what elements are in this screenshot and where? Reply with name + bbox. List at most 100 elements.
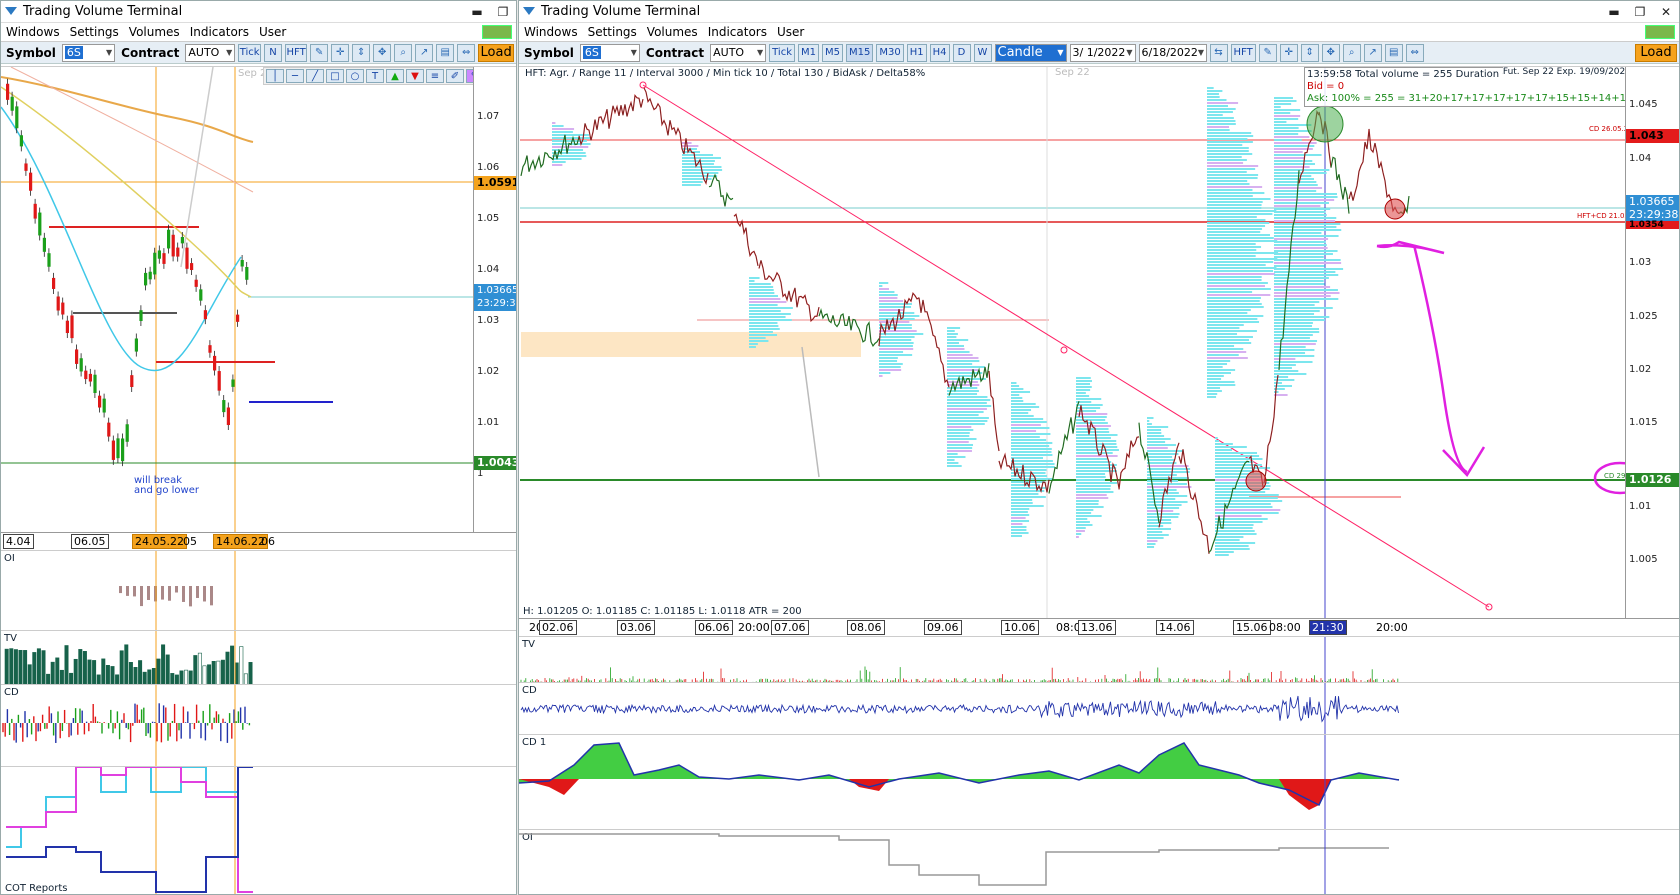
profile-bar: [1274, 247, 1328, 249]
menu-windows[interactable]: Windows: [519, 25, 583, 39]
chart-icon[interactable]: ▤: [1384, 43, 1403, 62]
profile-bar: [552, 161, 566, 163]
profile-bar: [947, 336, 957, 338]
profile-bar: [947, 423, 985, 425]
pencil-icon[interactable]: ✎: [310, 43, 329, 62]
profile-bar: [1076, 509, 1094, 511]
chart-type-select[interactable]: Candle ▼: [994, 43, 1067, 62]
move-icon[interactable]: ✥: [373, 43, 392, 62]
menu-indicators[interactable]: Indicators: [703, 25, 772, 39]
chart-icon[interactable]: ▤: [436, 43, 455, 62]
tv-bar: [32, 652, 37, 684]
brush-tool-icon[interactable]: ✐: [446, 69, 464, 83]
load-button[interactable]: Load: [478, 43, 514, 62]
rect-tool-icon[interactable]: □: [326, 69, 344, 83]
cd1-pane[interactable]: CD 1: [519, 734, 1679, 829]
hft-button[interactable]: HFT: [285, 43, 308, 62]
oi-pane[interactable]: OI: [519, 829, 1679, 894]
right-price-scale[interactable]: 1.045 1.04 1.03 1.025 1.02 1.015 1.01 1.…: [1625, 67, 1679, 618]
vline-tool-icon[interactable]: │: [266, 69, 284, 83]
crosshair-icon[interactable]: ✛: [331, 43, 350, 62]
tf-m5-button[interactable]: M5: [822, 43, 843, 62]
left-price-scale[interactable]: 1.07 1.06 1.05 1.04 1.03 1.02 1.01 1 1.0…: [473, 67, 516, 532]
arrow-up-icon[interactable]: ▲: [386, 69, 404, 83]
move-icon[interactable]: ✥: [1321, 43, 1340, 62]
crosshair-icon[interactable]: ✛: [1279, 43, 1298, 62]
right-price-pane[interactable]: HFT: Agr. / Range 11 / Interval 3000 / M…: [519, 66, 1679, 618]
ellipse-tool-icon[interactable]: ○: [346, 69, 364, 83]
menu-volumes[interactable]: Volumes: [642, 25, 703, 39]
restore-button[interactable]: ❐: [490, 5, 516, 19]
left-price-pane[interactable]: Sep 2 │ ─ ╱ □ ○ T ▲ ▼ ≡ ✐ ✎ will breakan…: [1, 66, 516, 532]
date-to-select[interactable]: 6/18/2022 ▼: [1138, 43, 1207, 62]
hft-button[interactable]: HFT: [1230, 43, 1256, 62]
profile-bar: [947, 339, 969, 341]
tf-h4-button[interactable]: H4: [929, 43, 950, 62]
tf-h1-button[interactable]: H1: [906, 43, 927, 62]
arrows-icon[interactable]: ⇕: [1300, 43, 1319, 62]
n-button[interactable]: N: [264, 43, 283, 62]
cursor-icon[interactable]: ↗: [1363, 43, 1382, 62]
expand-icon[interactable]: ⇔: [457, 43, 476, 62]
drawing-toolbar: │ ─ ╱ □ ○ T ▲ ▼ ≡ ✐ ✎: [263, 67, 495, 85]
profile-bar: [1076, 437, 1111, 439]
profile-bar: [1207, 90, 1223, 92]
tv-bar: [193, 655, 198, 684]
tv-bar: [225, 651, 230, 684]
tv-bar: [142, 671, 147, 684]
profile-bar: [1207, 153, 1253, 155]
arrows-icon[interactable]: ⇕: [352, 43, 371, 62]
profile-bar: [1147, 540, 1158, 542]
pencil-icon[interactable]: ✎: [1258, 43, 1277, 62]
symbol-select[interactable]: 6S ▼: [61, 43, 116, 62]
symbol-select[interactable]: 6S ▼: [579, 43, 640, 62]
connection-icon[interactable]: [1645, 25, 1675, 39]
tf-m30-button[interactable]: M30: [876, 43, 904, 62]
connection-icon[interactable]: [482, 25, 512, 39]
link-icon[interactable]: ⇆: [1209, 43, 1228, 62]
menu-windows[interactable]: Windows: [1, 25, 65, 39]
menu-settings[interactable]: Settings: [583, 25, 642, 39]
oi-pane[interactable]: OI: [1, 550, 516, 630]
close-button[interactable]: ✕: [1653, 5, 1679, 19]
expand-icon[interactable]: ⇔: [1405, 43, 1424, 62]
zoom-icon[interactable]: ⌕: [1342, 43, 1361, 62]
zoom-icon[interactable]: ⌕: [394, 43, 413, 62]
profile-bar: [1076, 428, 1109, 430]
tf-w-button[interactable]: W: [973, 43, 992, 62]
profile-bar: [947, 327, 961, 329]
cd-pane[interactable]: CD: [1, 684, 516, 766]
cursor-icon[interactable]: ↗: [415, 43, 434, 62]
menu-user[interactable]: User: [772, 25, 809, 39]
fibo-tool-icon[interactable]: ≡: [426, 69, 444, 83]
arrow-down-icon[interactable]: ▼: [406, 69, 424, 83]
minimize-button[interactable]: ▬: [464, 5, 490, 19]
menu-settings[interactable]: Settings: [65, 25, 124, 39]
menu-indicators[interactable]: Indicators: [185, 25, 254, 39]
text-tool-icon[interactable]: T: [366, 69, 384, 83]
tf-m15-button[interactable]: M15: [846, 43, 874, 62]
menu-volumes[interactable]: Volumes: [124, 25, 185, 39]
line-tool-icon[interactable]: ╱: [306, 69, 324, 83]
tv-pane[interactable]: TV: [1, 630, 516, 684]
tv-bar: [82, 651, 87, 684]
cot-pane[interactable]: COT Reports: [1, 766, 516, 894]
tick-button[interactable]: Tick: [238, 43, 262, 62]
contract-select[interactable]: AUTO ▼: [710, 43, 767, 62]
tf-d-button[interactable]: D: [952, 43, 971, 62]
tf-tick-button[interactable]: Tick: [769, 43, 795, 62]
minimize-button[interactable]: ▬: [1601, 5, 1627, 19]
hline-tool-icon[interactable]: ─: [286, 69, 304, 83]
date-from-select[interactable]: 3/ 1/2022 ▼: [1069, 43, 1136, 62]
cd-pane[interactable]: CD: [519, 682, 1679, 734]
contract-select[interactable]: AUTO ▼: [185, 43, 236, 62]
tv-pane[interactable]: TV: [519, 636, 1679, 682]
restore-button[interactable]: ❐: [1627, 5, 1653, 19]
tf-m1-button[interactable]: M1: [798, 43, 819, 62]
profile-bar: [1274, 235, 1339, 237]
menu-user[interactable]: User: [254, 25, 291, 39]
load-button[interactable]: Load: [1635, 43, 1677, 62]
candle-body: [116, 438, 120, 459]
price-tick: 1.05: [477, 213, 500, 224]
profile-bar: [1207, 315, 1264, 317]
